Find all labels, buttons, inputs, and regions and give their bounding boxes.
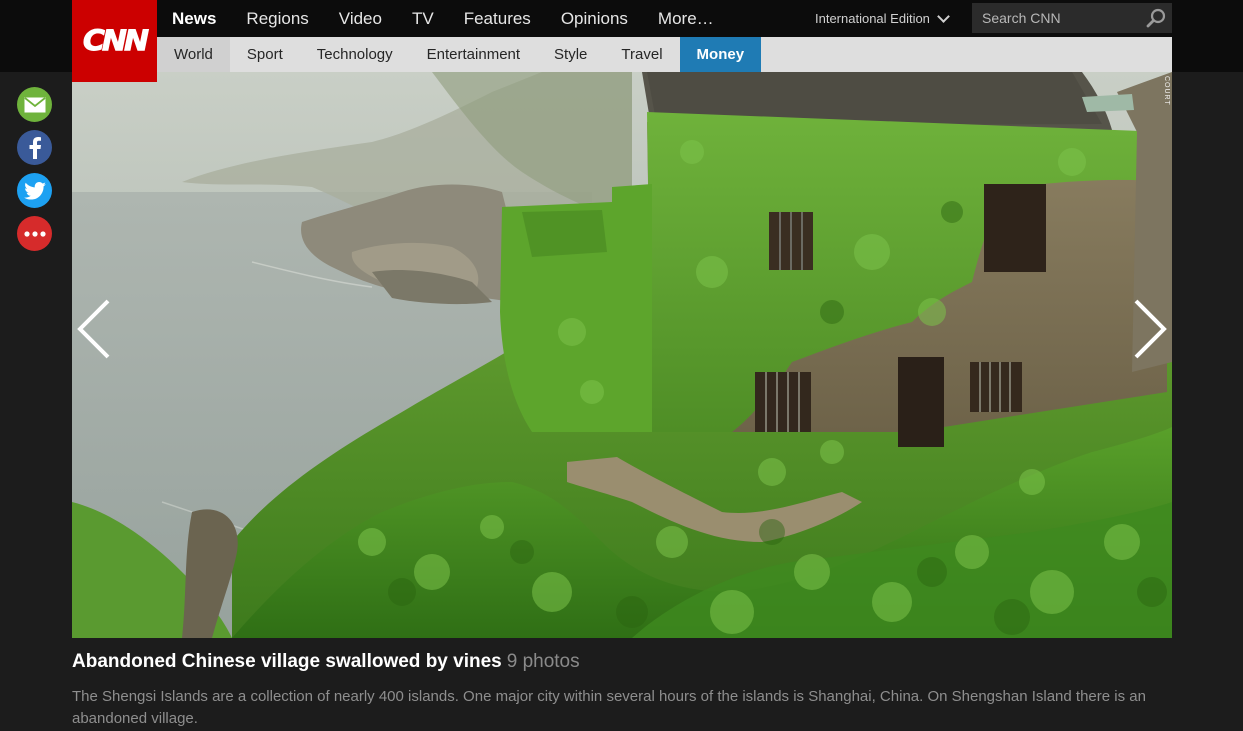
subnav-item-entertainment[interactable]: Entertainment	[410, 37, 537, 72]
share-facebook-button[interactable]	[17, 130, 52, 165]
social-share-bar	[17, 87, 53, 259]
previous-photo-button[interactable]	[74, 297, 114, 361]
search-box	[972, 3, 1172, 33]
gallery-title: Abandoned Chinese village swallowed by v…	[72, 651, 502, 672]
gallery-caption-description: The Shengsi Islands are a collection of …	[72, 688, 1146, 727]
edition-label: International Edition	[815, 11, 930, 26]
next-photo-button[interactable]	[1130, 297, 1170, 361]
gallery-photo	[72, 72, 1172, 638]
photo-count: 9 photos	[506, 651, 580, 672]
nav-item-more[interactable]: More…	[658, 9, 714, 29]
subnav-item-sport[interactable]: Sport	[230, 37, 300, 72]
photo-gallery: COURT	[72, 72, 1172, 638]
envelope-icon	[23, 96, 46, 112]
top-header: CNN News Regions Video TV Features Opini…	[0, 0, 1243, 82]
subnav-item-money[interactable]: Money	[679, 37, 762, 72]
nav-item-news[interactable]: News	[172, 9, 216, 29]
share-more-button[interactable]	[17, 216, 52, 251]
edition-selector[interactable]: International Edition	[815, 0, 950, 37]
subnav-item-travel[interactable]: Travel	[604, 37, 679, 72]
search-input[interactable]	[972, 9, 1137, 27]
logo-text: CNN	[82, 24, 149, 58]
subnav-item-technology[interactable]: Technology	[300, 37, 410, 72]
nav-item-video[interactable]: Video	[339, 9, 382, 29]
twitter-bird-icon	[23, 181, 46, 200]
search-icon[interactable]	[1146, 8, 1166, 28]
more-dots-icon	[23, 230, 46, 237]
gallery-caption-title: Abandoned Chinese village swallowed by v…	[72, 651, 580, 673]
chevron-down-icon	[937, 9, 950, 23]
section-subnav: World Sport Technology Entertainment Sty…	[157, 37, 1172, 72]
main-nav: News Regions Video TV Features Opinions …	[157, 0, 744, 37]
subnav-item-world[interactable]: World	[157, 37, 230, 72]
facebook-icon	[29, 136, 41, 159]
nav-item-regions[interactable]: Regions	[246, 9, 308, 29]
nav-item-opinions[interactable]: Opinions	[561, 9, 628, 29]
nav-item-features[interactable]: Features	[464, 9, 531, 29]
share-twitter-button[interactable]	[17, 173, 52, 208]
subnav-item-style[interactable]: Style	[537, 37, 604, 72]
photo-credit: COURT	[1163, 76, 1170, 106]
cnn-logo[interactable]: CNN	[72, 0, 157, 82]
share-email-button[interactable]	[17, 87, 52, 122]
nav-item-tv[interactable]: TV	[412, 9, 434, 29]
